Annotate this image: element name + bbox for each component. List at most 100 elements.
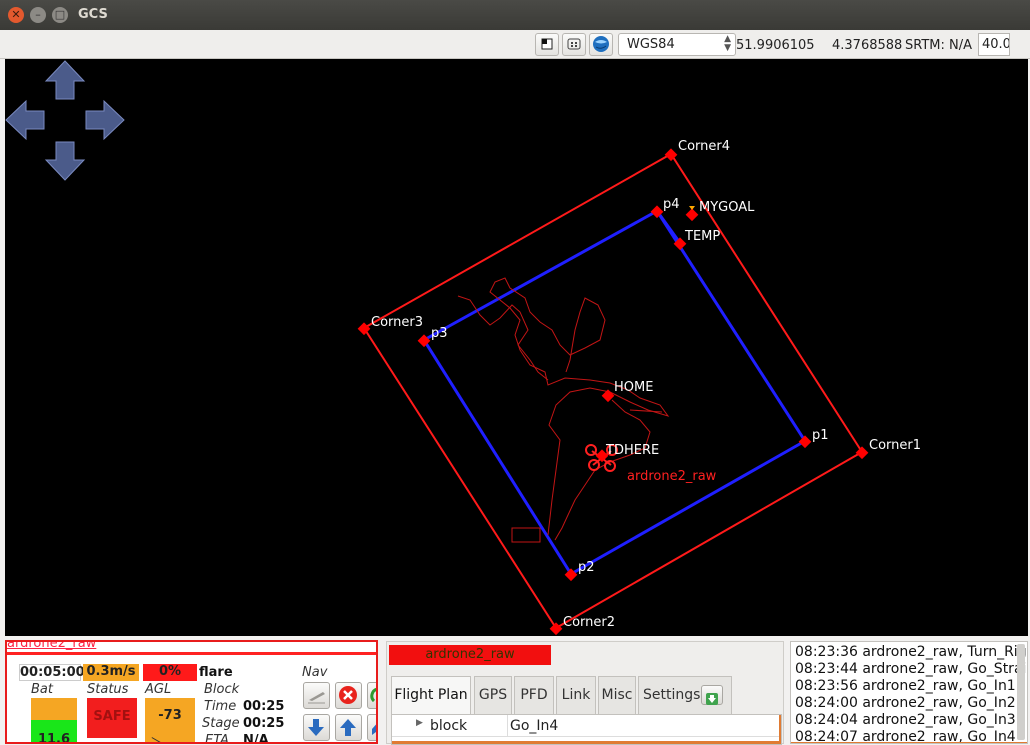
longitude-readout: 4.3768588: [832, 38, 903, 53]
current-block: flare: [199, 665, 233, 680]
go-down-button[interactable]: [303, 714, 330, 741]
maximize-window-button[interactable]: □: [52, 7, 68, 23]
waypoint-p4[interactable]: p4: [650, 197, 680, 219]
agl-needle: [151, 737, 163, 742]
tab-flight-plan[interactable]: Flight Plan: [391, 676, 471, 714]
tab-misc[interactable]: Misc: [598, 676, 636, 714]
message-log: 08:23:36 ardrone2_raw, Turn_Right 08:23:…: [790, 641, 1028, 744]
bat-label: Bat: [31, 682, 53, 697]
column-divider: [507, 715, 508, 737]
go-up-button[interactable]: [335, 714, 362, 741]
waypoint-label: Corner2: [563, 615, 615, 630]
waypoint-label: TDHERE: [605, 443, 659, 458]
log-line: 08:24:00 ardrone2_raw, Go_In2: [795, 695, 1016, 711]
agl-label: AGL: [145, 682, 172, 697]
pan-down-icon[interactable]: [44, 141, 86, 181]
log-line: 08:23:36 ardrone2_raw, Turn_Right: [795, 644, 1028, 660]
layer-toggle-button[interactable]: [535, 33, 559, 56]
stop-icon: [339, 686, 357, 704]
arrow-up-icon: [340, 719, 356, 736]
waypoint-corner1[interactable]: Corner1: [855, 438, 921, 460]
throttle: 0%: [143, 664, 197, 681]
map-canvas[interactable]: ardrone2_raw Corner1 Corner2 Corner3 Cor…: [5, 59, 1028, 636]
eta-label: ETA: [205, 733, 229, 744]
arrow-down-icon: [308, 719, 324, 736]
waypoint-label: p3: [431, 326, 448, 341]
refresh-icon: [370, 687, 376, 703]
flight-plan-panel: ▶ block Go_In4: [391, 714, 782, 745]
block-time: 00:25: [243, 699, 285, 714]
kill-button[interactable]: [335, 682, 362, 709]
waypoint-label: p1: [812, 428, 829, 443]
time-label: Time: [204, 699, 237, 714]
datum-value: WGS84: [627, 37, 675, 52]
pan-controls: [5, 60, 125, 181]
waypoint-label: TEMP: [684, 229, 720, 244]
status-label: Status: [87, 682, 129, 697]
arrow-diagonal-icon: [372, 724, 376, 735]
title-bar: ✕ – □ GCS: [0, 0, 1030, 30]
strip-header-bar: [7, 652, 376, 655]
aircraft-track: [457, 277, 670, 543]
nav-label: Nav: [302, 665, 328, 680]
download-settings-button[interactable]: [701, 685, 723, 705]
pan-up-icon[interactable]: [44, 60, 86, 100]
waypoint-p2[interactable]: p2: [564, 560, 595, 582]
waypoints: Corner1 Corner2 Corner3 Corner4 p1 p2 p3…: [357, 139, 921, 636]
go-around-button[interactable]: [367, 714, 376, 741]
srtm-altitude-field[interactable]: 40.0: [978, 33, 1010, 56]
fit-view-button[interactable]: [562, 33, 586, 56]
srtm-label: SRTM: N/A: [905, 38, 973, 53]
block-label: Block: [204, 682, 240, 697]
path-segment-temp: [655, 210, 682, 244]
table-row[interactable]: ▶ block Go_In4: [392, 715, 781, 737]
waypoint-label: Corner4: [678, 139, 730, 154]
expander-icon[interactable]: ▶: [416, 718, 423, 728]
layers-icon: [541, 38, 553, 50]
pan-left-icon[interactable]: [5, 99, 45, 141]
flight-time: 00:05:00: [19, 664, 85, 681]
tab-gps[interactable]: GPS: [474, 676, 512, 714]
waypoint-tdhere[interactable]: TDHERE: [595, 443, 660, 463]
waypoint-label: MYGOAL: [699, 200, 755, 215]
minimize-window-button[interactable]: –: [30, 7, 46, 23]
waypoint-p1[interactable]: p1: [798, 428, 829, 449]
latitude-readout: 51.9906105: [736, 38, 815, 53]
waypoint-mygoal[interactable]: MYGOAL: [685, 200, 755, 222]
google-earth-button[interactable]: [589, 33, 613, 56]
pan-right-icon[interactable]: [85, 99, 125, 141]
aircraft-label: ardrone2_raw: [627, 469, 717, 484]
datum-select[interactable]: WGS84 ▲ ▼: [618, 33, 736, 56]
agl-value: -73: [158, 708, 182, 723]
notebook-aircraft-name: ardrone2_raw: [389, 645, 551, 665]
waypoint-label: HOME: [614, 380, 653, 395]
tab-settings[interactable]: Settings: [638, 676, 732, 714]
waypoint-label: p4: [663, 197, 680, 212]
download-icon: [706, 693, 718, 705]
stage-label: Stage: [202, 716, 240, 731]
map-toolbar: WGS84 ▲ ▼ 51.9906105 4.3768588 SRTM: N/A …: [0, 30, 1030, 59]
battery-voltage: 11.6: [37, 732, 71, 744]
agl-gauge: -73: [145, 698, 195, 742]
stage-time: 00:25: [243, 716, 285, 731]
log-line: 08:23:44 ardrone2_raw, Go_Straigh: [795, 661, 1028, 677]
waypoint-temp[interactable]: TEMP: [673, 229, 721, 251]
eta-value: N/A: [243, 733, 269, 744]
takeoff-icon: [308, 692, 325, 704]
globe-icon: [593, 36, 609, 52]
log-scrollbar[interactable]: [1017, 644, 1025, 740]
log-line: 08:23:56 ardrone2_raw, Go_In1: [795, 678, 1016, 694]
tab-pfd[interactable]: PFD: [514, 676, 554, 714]
status-indicator: SAFE: [87, 698, 137, 738]
waypoint-label: Corner3: [371, 315, 423, 330]
close-window-button[interactable]: ✕: [8, 7, 24, 23]
spin-arrows-icon: ▲ ▼: [724, 34, 731, 53]
launch-button[interactable]: [303, 682, 330, 709]
log-line: 08:24:04 ardrone2_raw, Go_In3: [795, 712, 1016, 728]
aircraft-strip[interactable]: ardrone2_raw 00:05:00 0.3m/s 0% flare Na…: [5, 640, 378, 744]
ground-speed: 0.3m/s: [83, 664, 139, 681]
fit-view-icon: [567, 38, 581, 50]
tab-link[interactable]: Link: [556, 676, 596, 714]
resurrect-button[interactable]: [367, 682, 376, 709]
geofence-polygon: [362, 152, 864, 630]
